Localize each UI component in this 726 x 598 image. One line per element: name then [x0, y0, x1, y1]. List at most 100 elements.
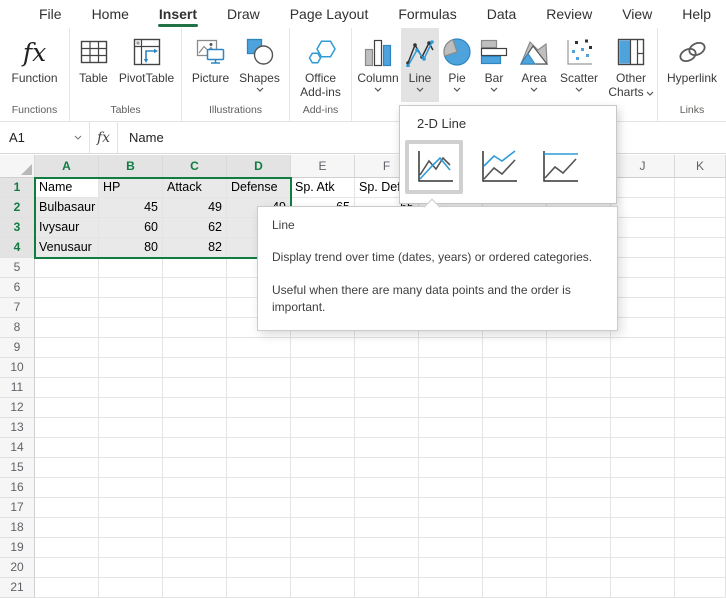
cell-G10[interactable] — [419, 358, 483, 378]
cell-B4[interactable]: 80 — [99, 238, 163, 258]
cell-K19[interactable] — [675, 538, 726, 558]
pivottable-button[interactable]: PivotTable — [115, 28, 179, 102]
cell-E17[interactable] — [291, 498, 355, 518]
function-button[interactable]: fx Function — [5, 28, 65, 102]
cell-K7[interactable] — [675, 298, 726, 318]
cell-B18[interactable] — [99, 518, 163, 538]
cell-K13[interactable] — [675, 418, 726, 438]
cell-G12[interactable] — [419, 398, 483, 418]
cell-K8[interactable] — [675, 318, 726, 338]
row-header-7[interactable]: 7 — [0, 298, 35, 318]
hyperlink-button[interactable]: Hyperlink — [661, 28, 723, 102]
cell-E20[interactable] — [291, 558, 355, 578]
cell-K4[interactable] — [675, 238, 726, 258]
cell-H20[interactable] — [483, 558, 547, 578]
cell-B21[interactable] — [99, 578, 163, 598]
cell-C5[interactable] — [163, 258, 227, 278]
cell-J8[interactable] — [611, 318, 675, 338]
cell-K12[interactable] — [675, 398, 726, 418]
cell-B8[interactable] — [99, 318, 163, 338]
cell-J17[interactable] — [611, 498, 675, 518]
cell-F17[interactable] — [355, 498, 419, 518]
cell-I9[interactable] — [547, 338, 611, 358]
tab-view[interactable]: View — [607, 0, 667, 28]
cell-J4[interactable] — [611, 238, 675, 258]
cell-A10[interactable] — [35, 358, 99, 378]
cell-A19[interactable] — [35, 538, 99, 558]
cell-F15[interactable] — [355, 458, 419, 478]
cell-J13[interactable] — [611, 418, 675, 438]
insert-function-button[interactable]: fx — [90, 122, 118, 153]
cell-D16[interactable] — [227, 478, 291, 498]
cell-K11[interactable] — [675, 378, 726, 398]
cell-C4[interactable]: 82 — [163, 238, 227, 258]
cell-J9[interactable] — [611, 338, 675, 358]
cell-B11[interactable] — [99, 378, 163, 398]
cell-K2[interactable] — [675, 198, 726, 218]
cell-J3[interactable] — [611, 218, 675, 238]
tab-file[interactable]: File — [24, 0, 77, 28]
cell-J21[interactable] — [611, 578, 675, 598]
cell-I19[interactable] — [547, 538, 611, 558]
cell-J18[interactable] — [611, 518, 675, 538]
cell-K3[interactable] — [675, 218, 726, 238]
cell-E19[interactable] — [291, 538, 355, 558]
office-addins-button[interactable]: Office Add-ins — [293, 28, 349, 102]
cell-J1[interactable] — [611, 178, 675, 198]
row-header-5[interactable]: 5 — [0, 258, 35, 278]
other-charts-button[interactable]: Other Charts — [603, 28, 659, 102]
cell-E10[interactable] — [291, 358, 355, 378]
cell-E13[interactable] — [291, 418, 355, 438]
cell-I17[interactable] — [547, 498, 611, 518]
tab-help[interactable]: Help — [667, 0, 726, 28]
cell-J19[interactable] — [611, 538, 675, 558]
cell-C10[interactable] — [163, 358, 227, 378]
cell-J10[interactable] — [611, 358, 675, 378]
cell-G14[interactable] — [419, 438, 483, 458]
cell-K17[interactable] — [675, 498, 726, 518]
cell-D11[interactable] — [227, 378, 291, 398]
cell-C11[interactable] — [163, 378, 227, 398]
cell-B14[interactable] — [99, 438, 163, 458]
cell-F20[interactable] — [355, 558, 419, 578]
cell-E18[interactable] — [291, 518, 355, 538]
cell-H18[interactable] — [483, 518, 547, 538]
pie-chart-button[interactable]: Pie — [439, 28, 475, 102]
row-header-17[interactable]: 17 — [0, 498, 35, 518]
cell-D13[interactable] — [227, 418, 291, 438]
cell-H21[interactable] — [483, 578, 547, 598]
scatter-chart-button[interactable]: Scatter — [555, 28, 603, 102]
cell-G21[interactable] — [419, 578, 483, 598]
cell-I15[interactable] — [547, 458, 611, 478]
cell-K21[interactable] — [675, 578, 726, 598]
cell-D18[interactable] — [227, 518, 291, 538]
cell-K5[interactable] — [675, 258, 726, 278]
cell-I21[interactable] — [547, 578, 611, 598]
cell-F12[interactable] — [355, 398, 419, 418]
cell-F9[interactable] — [355, 338, 419, 358]
cell-J20[interactable] — [611, 558, 675, 578]
cell-H17[interactable] — [483, 498, 547, 518]
row-header-21[interactable]: 21 — [0, 578, 35, 598]
cell-F16[interactable] — [355, 478, 419, 498]
cell-B12[interactable] — [99, 398, 163, 418]
cell-F19[interactable] — [355, 538, 419, 558]
cell-A4[interactable]: Venusaur — [35, 238, 99, 258]
cell-G16[interactable] — [419, 478, 483, 498]
row-header-4[interactable]: 4 — [0, 238, 35, 258]
select-all-corner[interactable] — [0, 155, 35, 178]
cell-D12[interactable] — [227, 398, 291, 418]
bar-chart-button[interactable]: Bar — [475, 28, 513, 102]
row-header-1[interactable]: 1 — [0, 178, 35, 198]
cell-F18[interactable] — [355, 518, 419, 538]
row-header-8[interactable]: 8 — [0, 318, 35, 338]
cell-K16[interactable] — [675, 478, 726, 498]
row-header-2[interactable]: 2 — [0, 198, 35, 218]
column-header-J[interactable]: J — [611, 155, 675, 178]
cell-H19[interactable] — [483, 538, 547, 558]
cell-A15[interactable] — [35, 458, 99, 478]
cell-B19[interactable] — [99, 538, 163, 558]
cell-F13[interactable] — [355, 418, 419, 438]
cell-I10[interactable] — [547, 358, 611, 378]
cell-C18[interactable] — [163, 518, 227, 538]
